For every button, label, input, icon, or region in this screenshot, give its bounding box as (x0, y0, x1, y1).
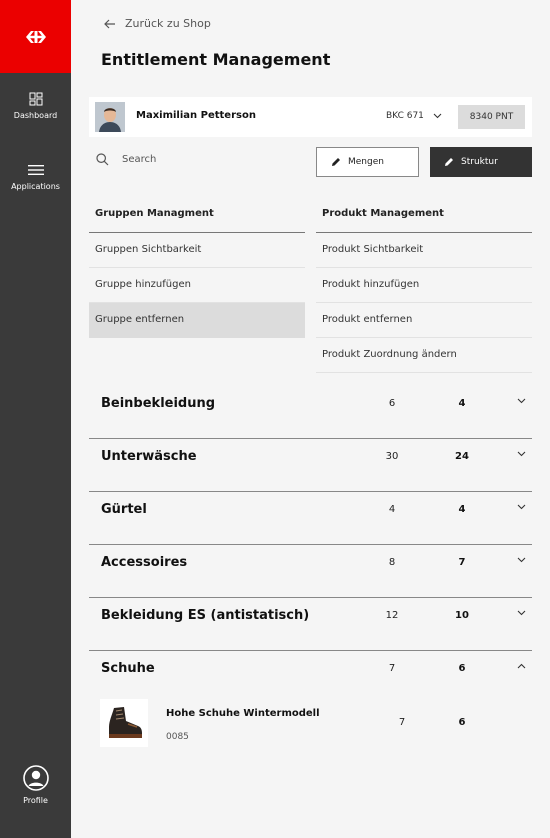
category-count: 6 (388, 398, 396, 409)
category-selected: 4 (458, 504, 466, 515)
menu-item-gruppen-sichtbarkeit[interactable]: Gruppen Sichtbarkeit (89, 233, 305, 268)
page-title: Entitlement Management (101, 50, 331, 69)
sbb-logo[interactable] (0, 0, 71, 73)
category-row[interactable]: Gürtel 4 4 (89, 492, 532, 545)
category-name: Unterwäsche (101, 449, 197, 464)
menu-item-produkt-hinzufuegen[interactable]: Produkt hinzufügen (316, 268, 532, 303)
category-count: 8 (388, 557, 396, 568)
produkt-menu: Produkt Management Produkt Sichtbarkeit … (316, 197, 532, 373)
chevron-down-icon[interactable] (517, 557, 526, 563)
category-row[interactable]: Beinbekleidung 6 4 (89, 386, 532, 439)
menu-item-produkt-entfernen[interactable]: Produkt entfernen (316, 303, 532, 338)
nav-applications[interactable]: Applications (0, 163, 71, 191)
nav-dashboard[interactable]: Dashboard (0, 92, 71, 120)
category-selected: 24 (455, 451, 469, 462)
gruppen-menu: Gruppen Managment Gruppen Sichtbarkeit G… (89, 197, 305, 338)
chevron-down-icon[interactable] (517, 504, 526, 510)
category-selected: 6 (458, 663, 466, 674)
avatar (95, 102, 125, 132)
menu-item-produkt-zuordnung[interactable]: Produkt Zuordnung ändern (316, 338, 532, 373)
product-image (100, 699, 148, 747)
nav-dashboard-label: Dashboard (13, 111, 58, 120)
search-icon (96, 153, 109, 166)
search-field[interactable]: Search (96, 153, 156, 166)
menu-item-produkt-sichtbarkeit[interactable]: Produkt Sichtbarkeit (316, 233, 532, 268)
product-code: 0085 (166, 732, 189, 742)
category-selected: 4 (458, 398, 466, 409)
category-count: 4 (388, 504, 396, 515)
pencil-icon (445, 158, 453, 166)
category-name: Beinbekleidung (101, 396, 216, 411)
user-card: Maximilian Petterson BKC 671 8340 PNT (89, 97, 532, 137)
mengen-button-label: Mengen (348, 157, 384, 167)
back-link[interactable]: Zurück zu Shop (104, 17, 211, 30)
user-name: Maximilian Petterson (136, 110, 256, 121)
boot-image (109, 707, 142, 738)
menu-item-gruppe-entfernen[interactable]: Gruppe entfernen (89, 303, 305, 338)
category-list: Beinbekleidung 6 4 Unterwäsche 30 24 Gür… (89, 386, 532, 704)
nav-applications-label: Applications (11, 182, 60, 191)
points-badge: 8340 PNT (458, 105, 525, 129)
arrow-left-icon (104, 19, 115, 28)
mengen-button[interactable]: Mengen (316, 147, 419, 177)
sbb-logo-icon (25, 30, 46, 43)
gruppen-heading: Gruppen Managment (89, 197, 305, 233)
category-count: 30 (385, 451, 399, 462)
dashboard-icon (29, 92, 42, 106)
nav-profile-label: Profile (23, 796, 48, 805)
menu-icon (27, 165, 44, 175)
category-row[interactable]: Accessoires 8 7 (89, 545, 532, 598)
sidebar: Dashboard Applications Profile (0, 0, 71, 838)
nav-profile[interactable]: Profile (0, 765, 71, 805)
department-select[interactable]: BKC 671 (386, 111, 442, 121)
main-content: Zurück zu Shop Entitlement Management Ma… (71, 0, 550, 838)
search-placeholder: Search (122, 154, 157, 165)
struktur-button[interactable]: Struktur (430, 147, 532, 177)
category-name: Accessoires (101, 555, 188, 570)
category-row[interactable]: Bekleidung ES (antistatisch) 12 10 (89, 598, 532, 651)
product-count: 7 (398, 717, 406, 728)
category-count: 12 (385, 610, 399, 621)
struktur-button-label: Struktur (461, 157, 498, 167)
back-link-label: Zurück zu Shop (125, 17, 211, 30)
product-name: Hohe Schuhe Wintermodell (166, 708, 320, 719)
product-selected: 6 (458, 717, 466, 728)
chevron-down-icon[interactable] (517, 610, 526, 616)
category-row[interactable]: Unterwäsche 30 24 (89, 439, 532, 492)
category-selected: 10 (455, 610, 469, 621)
menu-item-gruppe-hinzufuegen[interactable]: Gruppe hinzufügen (89, 268, 305, 303)
pencil-icon (332, 158, 340, 166)
category-name: Gürtel (101, 502, 147, 517)
category-selected: 7 (458, 557, 466, 568)
product-row[interactable]: Hohe Schuhe Wintermodell 0085 7 6 (89, 695, 532, 753)
chevron-down-icon (433, 113, 442, 119)
category-count: 7 (388, 663, 396, 674)
chevron-down-icon[interactable] (517, 398, 526, 404)
department-value: BKC 671 (386, 111, 424, 121)
category-name: Schuhe (101, 661, 155, 676)
chevron-up-icon[interactable] (517, 663, 526, 669)
chevron-down-icon[interactable] (517, 451, 526, 457)
category-name: Bekleidung ES (antistatisch) (101, 608, 310, 623)
produkt-heading: Produkt Management (316, 197, 532, 233)
profile-icon (22, 765, 49, 791)
